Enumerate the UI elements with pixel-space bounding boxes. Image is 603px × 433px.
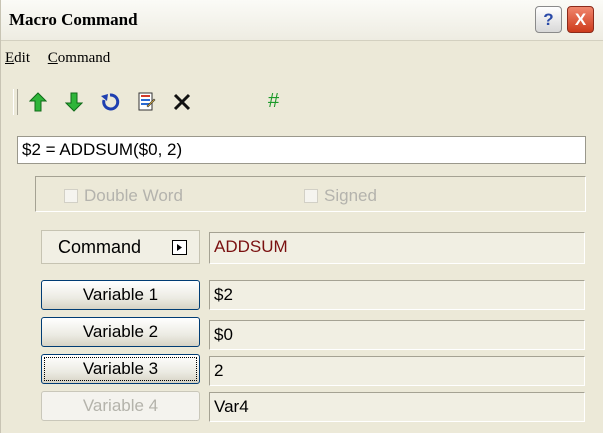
command-label-text: Command (58, 236, 142, 257)
signed-checkbox-box (304, 189, 318, 203)
toolbar: # (13, 87, 593, 119)
expression-input[interactable]: $2 = ADDSUM($0, 2) (17, 136, 586, 164)
title-bar: Macro Command ? X (1, 0, 603, 41)
signed-checkbox[interactable]: Signed (304, 186, 377, 206)
close-button[interactable]: X (567, 6, 594, 33)
command-value-field[interactable]: ADDSUM (209, 232, 585, 264)
command-dropdown-button[interactable] (172, 240, 187, 255)
undo-icon[interactable] (97, 89, 123, 115)
double-word-checkbox[interactable]: Double Word (64, 186, 183, 206)
menu-command[interactable]: Command (48, 50, 111, 66)
edit-document-icon[interactable] (133, 89, 159, 115)
double-word-label: Double Word (84, 186, 183, 205)
help-icon: ? (543, 9, 554, 29)
toolbar-grip[interactable] (13, 89, 18, 115)
double-word-checkbox-box (64, 189, 78, 203)
window-title: Macro Command (9, 10, 138, 29)
arrow-down-icon[interactable] (61, 89, 87, 115)
macro-command-dialog: Macro Command ? X Edit Command # $2 = AD… (0, 0, 603, 433)
triangle-right-icon (177, 244, 182, 251)
signed-label: Signed (324, 186, 377, 205)
variable-4-button: Variable 4 (41, 391, 200, 421)
close-icon: X (574, 9, 587, 29)
variable-3-button[interactable]: Variable 3 (41, 354, 200, 384)
variable-3-field[interactable]: 2 (209, 356, 585, 386)
variable-1-button[interactable]: Variable 1 (41, 280, 200, 310)
hash-button[interactable]: # (268, 90, 279, 113)
variable-2-button[interactable]: Variable 2 (41, 317, 200, 347)
variable-1-field[interactable]: $2 (209, 280, 585, 310)
delete-icon[interactable] (169, 89, 195, 115)
variable-4-field[interactable]: Var4 (209, 392, 585, 422)
help-button[interactable]: ? (535, 6, 562, 33)
menu-edit[interactable]: Edit (5, 50, 30, 66)
variable-2-field[interactable]: $0 (209, 320, 585, 350)
options-group: Double Word Signed (35, 176, 586, 212)
menu-bar: Edit Command (5, 50, 124, 70)
command-label: Command (41, 230, 200, 264)
arrow-up-icon[interactable] (25, 89, 51, 115)
